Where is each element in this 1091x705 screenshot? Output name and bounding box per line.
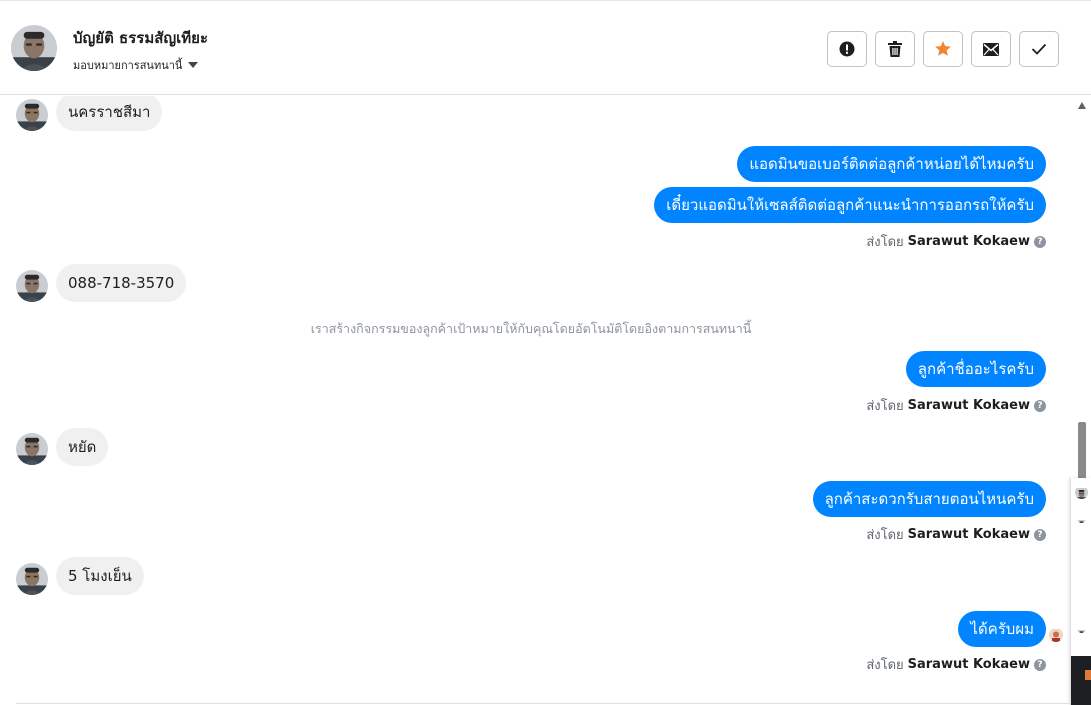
side-avatar[interactable] (1077, 514, 1086, 523)
message-thread[interactable]: นครราชสีมา แอดมินขอเบอร์ติดต่อลูกค้าหน่อ… (0, 96, 1070, 704)
envelope-icon (983, 42, 999, 56)
star-button[interactable] (923, 31, 963, 67)
mark-unread-button[interactable] (971, 31, 1011, 67)
contact-name: บัญยัติ ธรรมสัญเทียะ (73, 29, 209, 47)
sent-by-label: ส่งโดย Sarawut Kokaew ? (866, 654, 1046, 675)
sent-by-label: ส่งโดย Sarawut Kokaew ? (866, 231, 1046, 252)
outgoing-message[interactable]: ได้ครับผม (958, 611, 1046, 647)
outgoing-message[interactable]: แอดมินขอเบอร์ติดต่อลูกค้าหน่อยได้ไหมครับ (737, 146, 1046, 182)
side-avatar[interactable] (1075, 486, 1088, 499)
conversation-header: บัญยัติ ธรรมสัญเทียะ มอบหมายการสนทนานี้ (0, 0, 1091, 95)
sender-avatar (16, 433, 48, 465)
star-icon (935, 41, 951, 56)
outgoing-message[interactable]: เดี๋ยวแอดมินให้เซลส์ติดต่อลูกค้าแนะนำการ… (654, 187, 1046, 223)
exclamation-icon (839, 41, 855, 57)
scroll-up-arrow-icon[interactable] (1078, 102, 1086, 109)
report-spam-button[interactable] (827, 31, 867, 67)
incoming-message[interactable]: นครราชสีมา (56, 96, 163, 131)
mark-done-button[interactable] (1019, 31, 1059, 67)
side-panel-footer (1071, 656, 1091, 705)
sent-by-agent: Sarawut Kokaew (907, 234, 1030, 249)
sent-by-agent: Sarawut Kokaew (907, 398, 1030, 413)
side-avatar[interactable] (1077, 624, 1086, 633)
side-panel (1070, 478, 1091, 705)
help-icon[interactable]: ? (1034, 235, 1046, 248)
sent-by-label: ส่งโดย Sarawut Kokaew ? (866, 395, 1046, 416)
sent-by-prefix: ส่งโดย (866, 658, 904, 673)
outgoing-message[interactable]: ลูกค้าชื่ออะไรครับ (905, 351, 1046, 387)
assign-conversation-dropdown[interactable]: มอบหมายการสนทนานี้ (73, 56, 199, 74)
side-panel-marker (1085, 670, 1091, 680)
sender-avatar (16, 99, 48, 131)
assign-conversation-label: มอบหมายการสนทนานี้ (73, 59, 183, 72)
help-icon[interactable]: ? (1034, 528, 1046, 541)
contact-avatar[interactable] (11, 25, 57, 71)
sender-avatar (16, 563, 48, 595)
caret-down-icon (188, 62, 199, 68)
scroll-thumb[interactable] (1078, 422, 1086, 480)
sent-by-label: ส่งโดย Sarawut Kokaew ? (866, 524, 1046, 545)
help-icon[interactable]: ? (1034, 658, 1046, 671)
sent-by-prefix: ส่งโดย (866, 399, 904, 414)
sent-by-prefix: ส่งโดย (866, 528, 904, 543)
sender-avatar (16, 270, 48, 302)
sent-by-agent: Sarawut Kokaew (907, 527, 1030, 542)
sent-by-prefix: ส่งโดย (866, 235, 904, 250)
outgoing-message[interactable]: ลูกค้าสะดวกรับสายตอนไหนครับ (812, 481, 1046, 517)
seen-by-avatar (1049, 628, 1063, 642)
header-actions (827, 31, 1059, 67)
trash-icon (888, 41, 902, 57)
delete-button[interactable] (875, 31, 915, 67)
thread-scrollbar[interactable] (1074, 96, 1091, 480)
incoming-message[interactable]: หยัด (56, 428, 109, 466)
incoming-message[interactable]: 088-718-3570 (56, 264, 187, 302)
system-note: เราสร้างกิจกรรมของลูกค้าเป้าหมายให้กับคุ… (310, 321, 752, 336)
sent-by-agent: Sarawut Kokaew (907, 657, 1030, 672)
composer-divider (16, 703, 1070, 704)
incoming-message[interactable]: 5 โมงเย็น (56, 557, 144, 595)
check-icon (1031, 43, 1047, 55)
help-icon[interactable]: ? (1034, 399, 1046, 412)
